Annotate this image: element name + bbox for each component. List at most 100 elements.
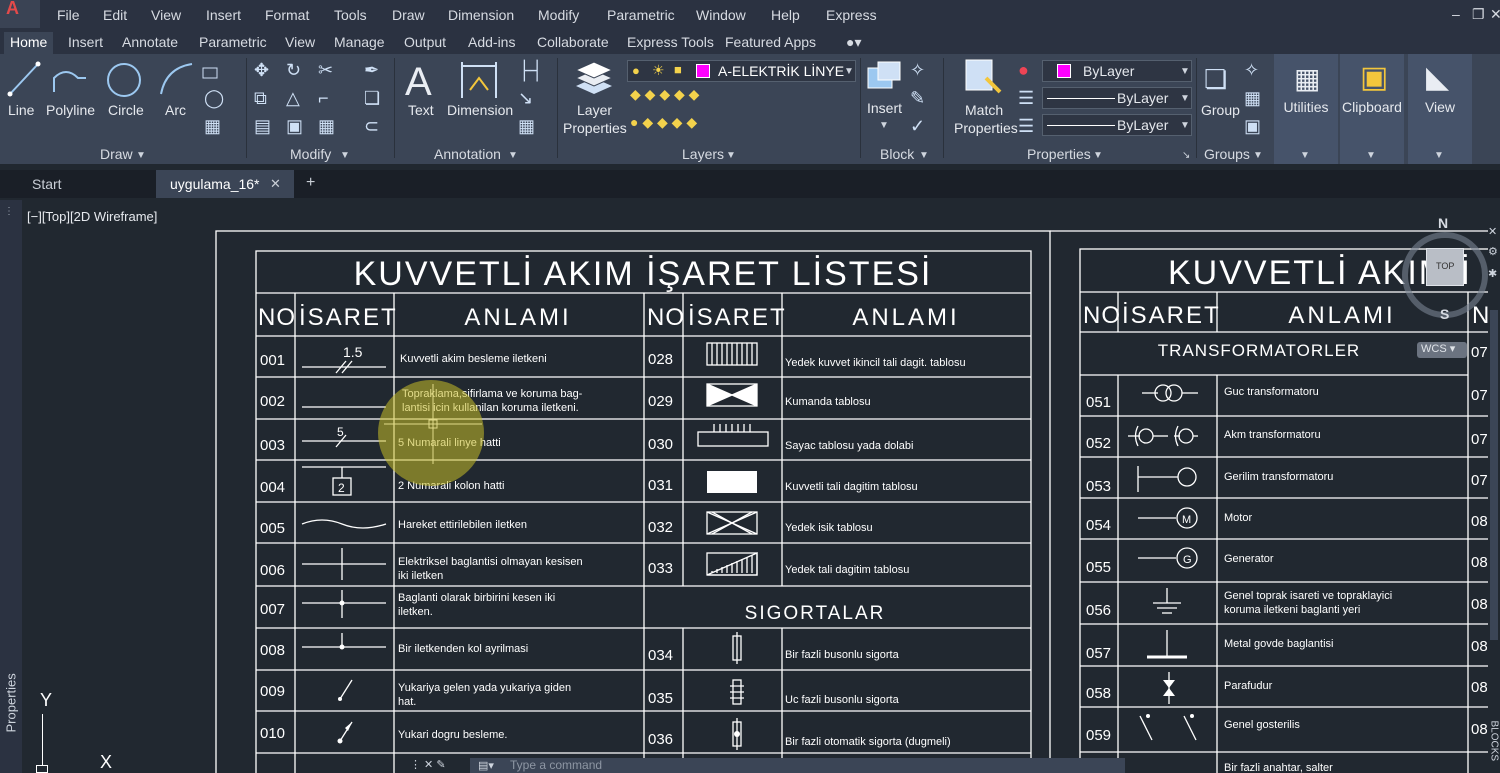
row-no: 008: [260, 642, 285, 659]
row-no: 031: [648, 477, 673, 494]
row-no: 029: [648, 393, 673, 410]
command-line[interactable]: ⋮ ✕ ✎ ▤▾ Type a command: [410, 758, 1125, 773]
blocks-palette-label[interactable]: BLOCKS: [1489, 721, 1500, 762]
col-no-2: NO: [647, 304, 685, 331]
col-isaret: İSARET: [299, 304, 398, 331]
row-no: 003: [260, 437, 285, 454]
table-title: KUVVETLİ AKIM İŞARET LİSTESİ: [354, 255, 933, 293]
compass-north[interactable]: N: [1438, 215, 1448, 231]
sigortalar-header: SIGORTALAR: [745, 603, 886, 624]
command-close-icon[interactable]: ⋮ ✕ ✎: [410, 758, 446, 771]
row-text: Generator: [1224, 553, 1274, 565]
row-no: 053: [1086, 478, 1111, 495]
drawing-sheet: KUVVETLİ AKIM İŞARET LİSTESİ NO İSARET A…: [215, 230, 1500, 773]
row-text: Baglanti olarak birbirini kesen iki: [398, 592, 555, 604]
row-no: 007: [260, 601, 285, 618]
symbol-label: 5: [337, 425, 344, 439]
row-text: Parafudur: [1224, 680, 1273, 692]
scrollbar[interactable]: [1490, 310, 1498, 640]
svg-text:07: 07: [1471, 472, 1488, 489]
row-lines-right: [1080, 415, 1500, 753]
col-no-3: NO: [1083, 302, 1121, 329]
row-text: Yedek tali dagitim tablosu: [785, 564, 909, 576]
svg-text:07: 07: [1471, 431, 1488, 448]
left-symbols: 1.5 5 2: [301, 344, 387, 744]
svg-text:08: 08: [1471, 513, 1488, 530]
right-symbols: M G: [1128, 384, 1198, 741]
ucs-x-label: X: [100, 752, 113, 772]
row-no: 004: [260, 479, 285, 496]
mid-symbols: [697, 342, 769, 750]
symbol-label: 2: [338, 481, 345, 495]
col-isaret-2: İSARET: [688, 304, 787, 331]
svg-text:08: 08: [1471, 596, 1488, 613]
row-no: 054: [1086, 517, 1111, 534]
row-text: Hareket ettirilebilen iletken: [398, 519, 527, 531]
row-text: hat.: [398, 696, 416, 708]
row-text: Gerilim transformatoru: [1224, 471, 1333, 483]
row-text: Genel gosterilis: [1224, 719, 1300, 731]
row-no: 036: [648, 731, 673, 748]
row-no: 051: [1086, 394, 1111, 411]
row-text: Bir fazli busonlu sigorta: [785, 649, 900, 661]
ucs-y-axis: [42, 714, 43, 766]
row-text: Bir iletkenden kol ayrilmasi: [398, 643, 528, 655]
svg-text:08: 08: [1471, 679, 1488, 696]
generator-label: G: [1183, 554, 1192, 566]
row-no: 035: [648, 690, 673, 707]
row-text: Yukariya gelen yada yukariya giden: [398, 682, 571, 694]
svg-text:08: 08: [1471, 554, 1488, 571]
col-isaret-3: İSARET: [1122, 302, 1221, 329]
row-no: 005: [260, 520, 285, 537]
row-text: Metal govde baglantisi: [1224, 638, 1333, 650]
cursor-highlight: [378, 380, 484, 486]
row-text: Yedek isik tablosu: [785, 522, 873, 534]
row-no: 057: [1086, 645, 1111, 662]
row-text: Genel toprak isareti ve topraklayici: [1224, 590, 1392, 602]
row-no: 006: [260, 562, 285, 579]
settings-icon[interactable]: ⚙: [1488, 245, 1498, 258]
row-no: 028: [648, 351, 673, 368]
row-text: Kumanda tablosu: [785, 396, 871, 408]
row-no: 010: [260, 725, 285, 742]
viewcube-top-face[interactable]: TOP: [1426, 248, 1464, 286]
row-text: Guc transformatoru: [1224, 386, 1319, 398]
svg-text:07: 07: [1471, 344, 1488, 361]
command-history-icon[interactable]: ▤▾: [478, 759, 494, 772]
row-text: Sayac tablosu yada dolabi: [785, 440, 913, 452]
row-text: Uc fazli busonlu sigorta: [785, 694, 900, 706]
transformatorler-header: TRANSFORMATORLER: [1158, 341, 1360, 360]
command-input[interactable]: Type a command: [510, 758, 602, 772]
row-no: 030: [648, 436, 673, 453]
row-no: 059: [1086, 727, 1111, 744]
close-icon[interactable]: ✕: [1488, 225, 1497, 238]
svg-text:07: 07: [1471, 387, 1488, 404]
col-anlami-3: ANLAMI: [1288, 302, 1395, 329]
viewcube[interactable]: N TOP S: [1402, 215, 1488, 322]
row-text: koruma iletkeni baglanti yeri: [1224, 604, 1360, 616]
mid-rows: 028 Yedek kuvvet ikincil tali dagit. tab…: [648, 351, 966, 748]
row-text: Motor: [1224, 512, 1252, 524]
right-edge-numbers: 07 07 07 07 08 08 08 08 08 08: [1471, 344, 1488, 738]
compass-south[interactable]: S: [1440, 306, 1449, 322]
symbol-label: 1.5: [343, 344, 363, 360]
right-rows: 051 Guc transformatoru 052 Akm transform…: [1086, 386, 1392, 773]
row-text: Elektriksel baglantisi olmayan kesisen: [398, 556, 583, 568]
row-no: 056: [1086, 602, 1111, 619]
row-no: 001: [260, 352, 285, 369]
col-anlami: ANLAMI: [464, 304, 571, 331]
pin-icon[interactable]: ✱: [1488, 267, 1497, 280]
col-no: NO: [258, 304, 296, 331]
wcs-dropdown[interactable]: WCS ▾: [1417, 342, 1467, 358]
row-text: Akm transformatoru: [1224, 429, 1321, 441]
row-text: Kuvvetli tali dagitim tablosu: [785, 481, 918, 493]
row-no: 034: [648, 647, 673, 664]
row-no: 009: [260, 683, 285, 700]
row-text: iletken.: [398, 606, 433, 618]
motor-label: M: [1182, 514, 1191, 526]
viewcube-top-label: TOP: [1436, 261, 1455, 271]
svg-text:08: 08: [1471, 721, 1488, 738]
svg-text:08: 08: [1471, 638, 1488, 655]
row-no: 052: [1086, 435, 1111, 452]
ucs-y-label: Y: [40, 690, 53, 710]
